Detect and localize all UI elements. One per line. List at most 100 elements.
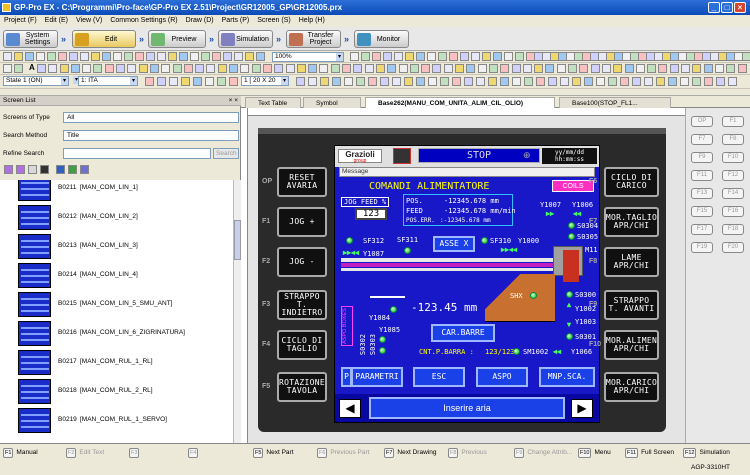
- list-icon[interactable]: [80, 165, 89, 174]
- menu-help[interactable]: Help (H): [295, 17, 329, 24]
- toolbar-standard-icon[interactable]: [504, 52, 513, 61]
- status-fkey[interactable]: F11 Full Screen: [625, 447, 674, 459]
- toolbar-draw-icon[interactable]: [398, 64, 408, 73]
- insert-air-button[interactable]: Inserire aria: [369, 397, 565, 419]
- toolbar-standard-icon[interactable]: [449, 52, 458, 61]
- toolbar-draw-icon[interactable]: [229, 64, 238, 73]
- toolbar-attribute-icon[interactable]: [644, 77, 653, 86]
- transfer-project-button[interactable]: Transfer Project: [286, 30, 341, 48]
- panel-fkey[interactable]: F8: [722, 134, 744, 145]
- toolbar-attribute-icon[interactable]: [145, 77, 154, 86]
- toolbar-attribute-icon[interactable]: [728, 77, 737, 86]
- status-fkey[interactable]: F6 Previous Part: [317, 447, 369, 459]
- preview-button[interactable]: Preview: [148, 30, 206, 48]
- toolbar-standard-icon[interactable]: [190, 52, 199, 61]
- toolbar-draw-icon[interactable]: [14, 64, 24, 73]
- panel-fkey[interactable]: F17: [691, 224, 713, 235]
- toolbar-draw-icon[interactable]: [240, 64, 250, 73]
- toolbar-attribute-icon[interactable]: [620, 77, 629, 86]
- tab-symbol[interactable]: Symbol: [303, 97, 361, 108]
- hmi-left-key[interactable]: JOG +: [277, 207, 327, 237]
- status-fkey[interactable]: F1 Manual: [3, 447, 38, 459]
- toolbar-standard-icon[interactable]: [80, 52, 89, 61]
- screen-list-item[interactable]: B0211 [MAN_COM_LIN_1]: [0, 180, 233, 203]
- panel-fkey[interactable]: OP: [691, 116, 713, 127]
- close-button[interactable]: ×: [734, 2, 746, 13]
- search-button[interactable]: Search: [213, 148, 239, 159]
- toolbar-attribute-icon[interactable]: [344, 77, 353, 86]
- toolbar-attribute-icon[interactable]: [368, 77, 377, 86]
- panel-fkey[interactable]: F11: [691, 170, 713, 181]
- toolbar-standard-icon[interactable]: [394, 52, 403, 61]
- toolbar-draw-icon[interactable]: [590, 64, 600, 73]
- screen-list-item[interactable]: B0219 [MAN_COM_RUL_1_SERVO]: [0, 406, 233, 435]
- hmi-left-key[interactable]: CICLO DI TAGLIO: [277, 330, 327, 360]
- view-icon[interactable]: [56, 165, 65, 174]
- toolbar-attribute-icon[interactable]: [716, 77, 725, 86]
- toolbar-attribute-icon[interactable]: [169, 77, 178, 86]
- toolbar-standard-icon[interactable]: [25, 52, 34, 61]
- panel-close-icon[interactable]: × ×: [229, 96, 238, 106]
- toolbar-standard-icon[interactable]: [460, 52, 469, 61]
- toolbar-attribute-icon[interactable]: [428, 77, 437, 86]
- panel-fkey[interactable]: F18: [722, 224, 744, 235]
- menu-draw[interactable]: Draw (D): [182, 17, 218, 24]
- tab-text-table[interactable]: Text Table: [245, 97, 301, 108]
- toolbar-attribute-icon[interactable]: [488, 77, 497, 86]
- toolbar-draw-icon[interactable]: [455, 64, 464, 73]
- toolbar-draw-icon[interactable]: [522, 64, 532, 73]
- toolbar-standard-icon[interactable]: [58, 52, 67, 61]
- toolbar-draw-icon[interactable]: [647, 64, 657, 73]
- toolbar-draw-icon[interactable]: [601, 64, 611, 73]
- hmi-left-key[interactable]: RESET AVARIA: [277, 167, 327, 197]
- toolbar-draw-icon[interactable]: [217, 64, 227, 73]
- toolbar-draw-icon[interactable]: [308, 64, 318, 73]
- status-fkey[interactable]: F12 Simulation: [683, 447, 730, 459]
- toolbar-draw-icon[interactable]: [93, 64, 103, 73]
- screen-list-item[interactable]: B0215 [MAN_COM_LIN_5_SMU_ANT]: [0, 290, 233, 319]
- toolbar-standard-icon[interactable]: [124, 52, 133, 61]
- edit-button[interactable]: Edit: [72, 30, 136, 48]
- panel-fkey[interactable]: F7: [691, 134, 713, 145]
- refine-search-input[interactable]: [63, 148, 211, 159]
- toolbar-standard-icon[interactable]: [146, 52, 155, 61]
- toolbar-standard-icon[interactable]: [223, 52, 232, 61]
- panel-fkey[interactable]: F10: [722, 152, 744, 163]
- menu-project[interactable]: Project (F): [0, 17, 41, 24]
- toolbar-standard-icon[interactable]: [383, 52, 392, 61]
- status-fkey[interactable]: F2 Edit Text: [66, 447, 104, 459]
- toolbar-draw-icon[interactable]: [579, 64, 589, 73]
- panel-fkey[interactable]: F1: [722, 116, 744, 127]
- open-screen-icon[interactable]: [16, 165, 25, 174]
- toolbar-draw-icon[interactable]: [36, 64, 46, 73]
- toolbar-attribute-icon[interactable]: [500, 77, 509, 86]
- toolbar-attribute-icon[interactable]: [404, 77, 413, 86]
- toolbar-draw-icon[interactable]: [330, 64, 340, 73]
- toolbar-draw-icon[interactable]: [714, 64, 724, 73]
- tab-base100[interactable]: Base100(STOP_FL1...: [559, 97, 671, 108]
- menu-view[interactable]: View (V): [72, 17, 106, 24]
- toolbar-standard-icon[interactable]: [361, 52, 370, 61]
- toolbar-standard-icon[interactable]: [157, 52, 166, 61]
- delete-icon[interactable]: [40, 165, 49, 174]
- toolbar-standard-icon[interactable]: [179, 52, 188, 61]
- status-fkey[interactable]: F8 Previous: [448, 447, 487, 459]
- hmi-right-key[interactable]: MOR.TAGLIO APR/CHI: [604, 207, 659, 237]
- toolbar-draw-icon[interactable]: [669, 64, 679, 73]
- toolbar-standard-icon[interactable]: [14, 52, 23, 61]
- toolbar-attribute-icon[interactable]: [181, 77, 190, 86]
- toolbar-standard-icon[interactable]: [135, 52, 144, 61]
- menu-edit[interactable]: Edit (E): [41, 17, 72, 24]
- toolbar-draw-icon[interactable]: [568, 64, 577, 73]
- toolbar-standard-icon[interactable]: [91, 52, 100, 61]
- panel-fkey[interactable]: F15: [691, 206, 713, 217]
- toolbar-standard-icon[interactable]: [372, 52, 381, 61]
- mnp-sca-button[interactable]: MNP.SCA.: [539, 367, 595, 387]
- screens-of-type-select[interactable]: All: [63, 112, 239, 123]
- toolbar-draw-icon[interactable]: [82, 64, 92, 73]
- toolbar-attribute-icon[interactable]: [584, 77, 593, 86]
- toolbar-attribute-icon[interactable]: [332, 77, 341, 86]
- toolbar-standard-icon[interactable]: [482, 52, 491, 61]
- toolbar-attribute-icon[interactable]: [380, 77, 389, 86]
- hmi-right-key[interactable]: CICLO DI CARICO: [604, 167, 659, 197]
